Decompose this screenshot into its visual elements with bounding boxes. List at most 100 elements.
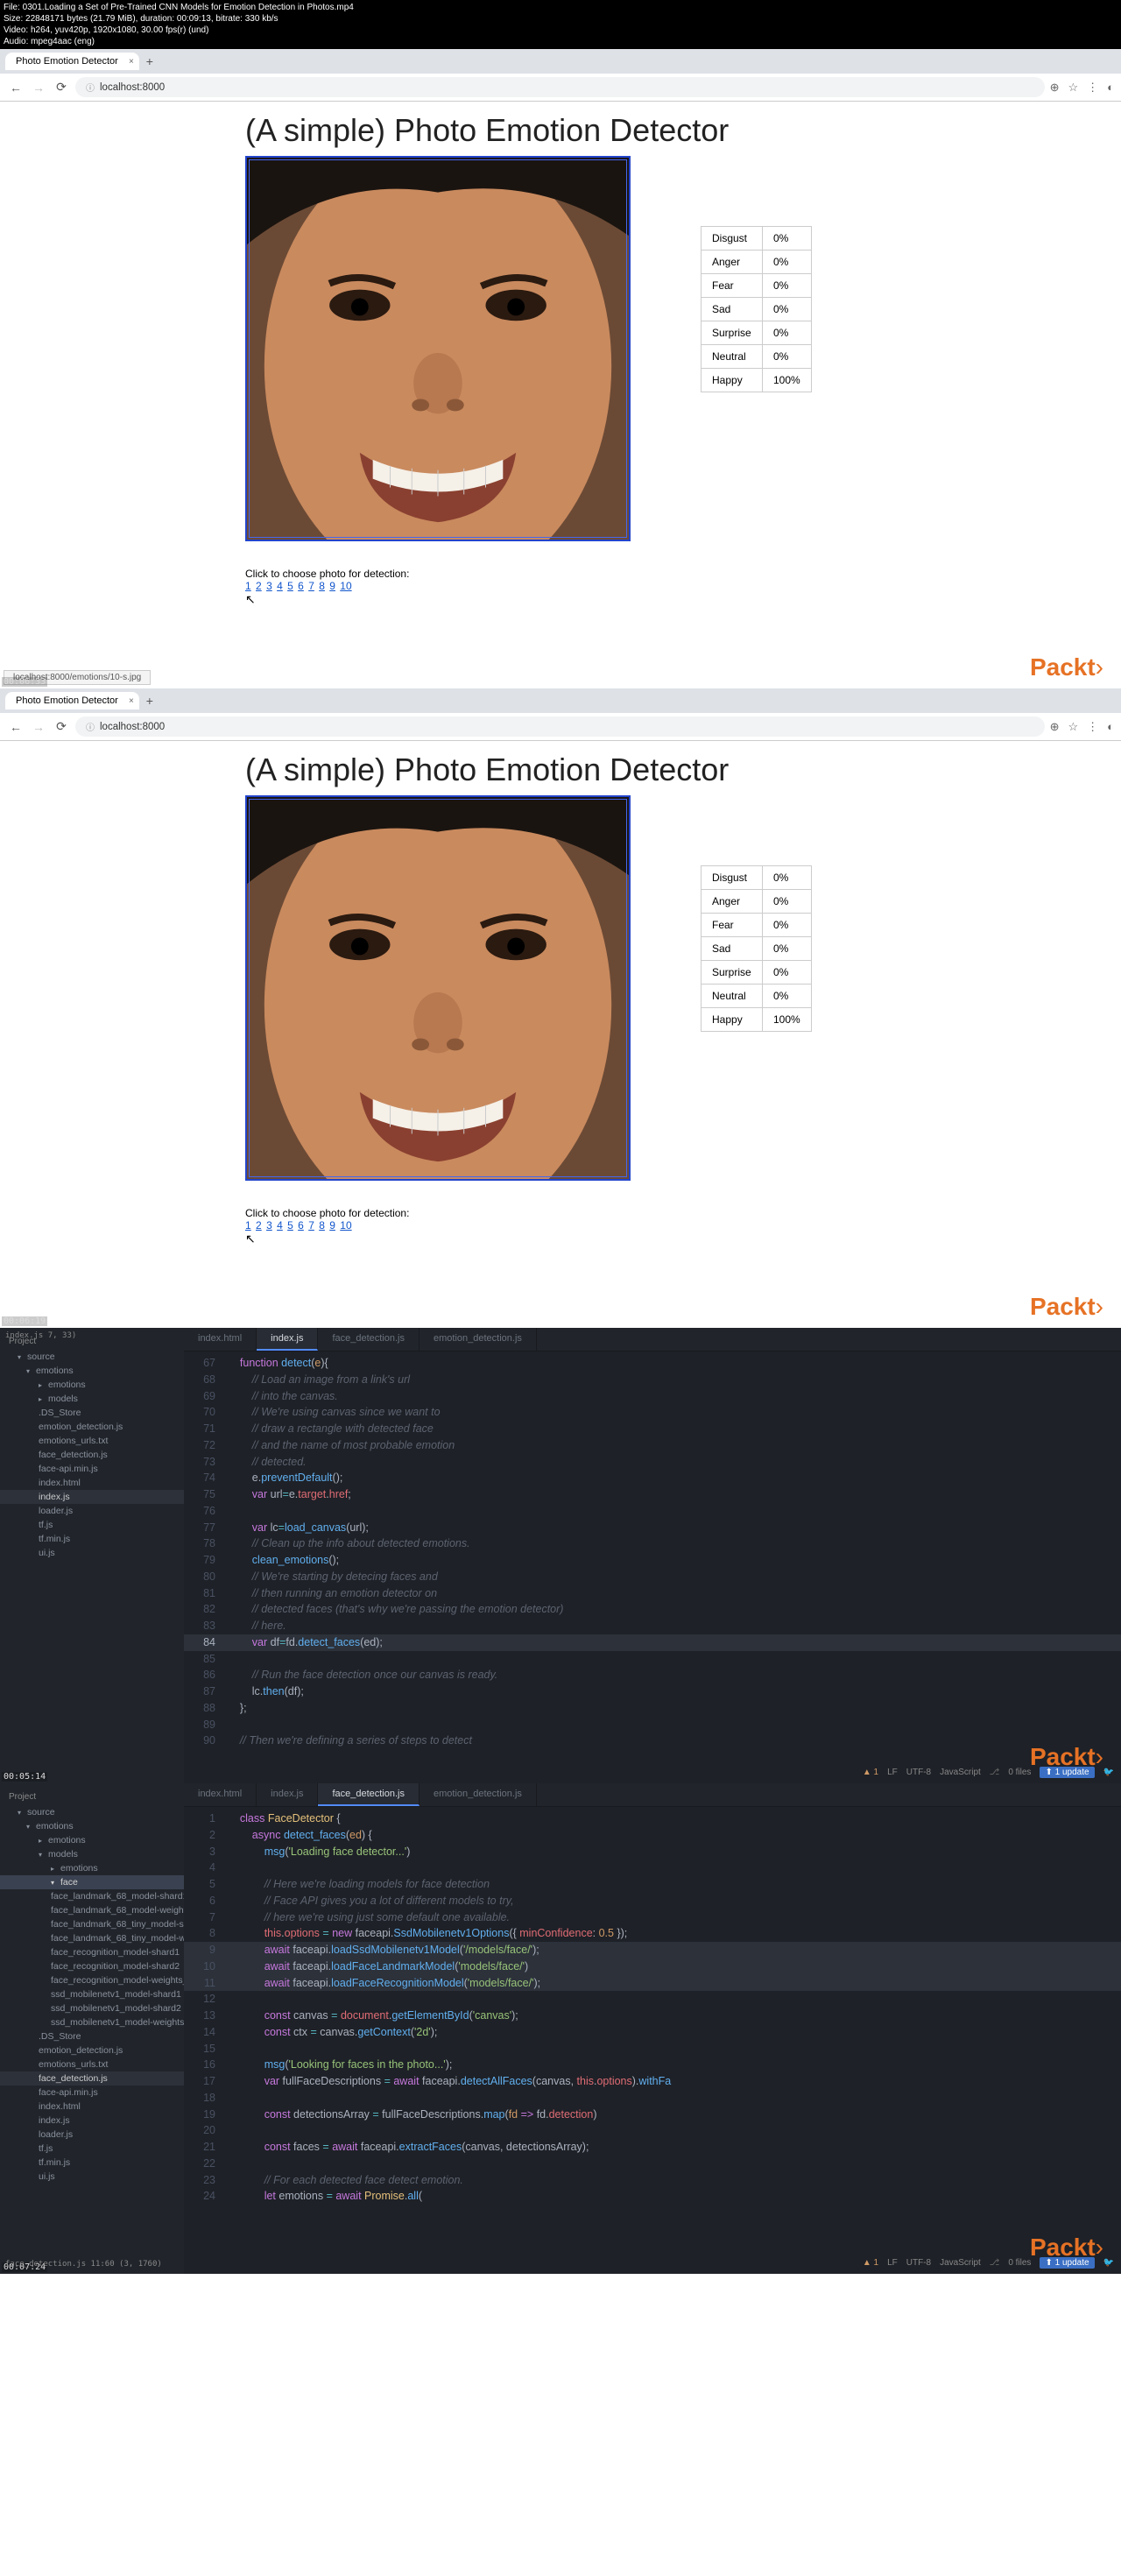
twitter-icon[interactable]: 🐦 bbox=[1103, 1768, 1114, 1777]
photo-link[interactable]: 1 bbox=[245, 1219, 251, 1232]
photo-link[interactable]: 6 bbox=[298, 1219, 304, 1232]
twitter-icon[interactable]: 🐦 bbox=[1103, 2258, 1114, 2268]
emotion-name: Anger bbox=[702, 251, 763, 274]
photo-link[interactable]: 7 bbox=[308, 1219, 314, 1232]
tree-file[interactable]: index.html bbox=[0, 1476, 184, 1490]
tree-file[interactable]: ui.js bbox=[0, 2170, 184, 2184]
tree-file[interactable]: loader.js bbox=[0, 2128, 184, 2142]
star-icon[interactable]: ☆ bbox=[1068, 81, 1078, 95]
photo-link[interactable]: 5 bbox=[287, 580, 293, 592]
editor-tab[interactable]: face_detection.js bbox=[318, 1328, 419, 1351]
tree-file[interactable]: loader.js bbox=[0, 1504, 184, 1518]
photo-link[interactable]: 3 bbox=[266, 580, 272, 592]
editor-tab[interactable]: index.js bbox=[257, 1328, 318, 1351]
editor-tab[interactable]: face_detection.js bbox=[318, 1783, 419, 1806]
photo-link[interactable]: 1 bbox=[245, 580, 251, 592]
new-tab-button[interactable]: + bbox=[139, 694, 160, 708]
tree-file[interactable]: face_detection.js bbox=[0, 1448, 184, 1462]
tree-file[interactable]: emotion_detection.js bbox=[0, 1420, 184, 1434]
tree-file[interactable]: emotions_urls.txt bbox=[0, 2057, 184, 2071]
emotion-row: Happy100% bbox=[702, 369, 812, 392]
tree-file[interactable]: ssd_mobilenetv1_model-shard1 bbox=[0, 1987, 184, 2001]
star-icon[interactable]: ☆ bbox=[1068, 720, 1078, 734]
tree-file[interactable]: .DS_Store bbox=[0, 2029, 184, 2043]
tree-folder[interactable]: emotions bbox=[0, 1861, 184, 1875]
tree-file[interactable]: tf.min.js bbox=[0, 1532, 184, 1546]
tree-file[interactable]: face-api.min.js bbox=[0, 2086, 184, 2100]
photo-link[interactable]: 3 bbox=[266, 1219, 272, 1232]
tree-file[interactable]: index.html bbox=[0, 2100, 184, 2114]
photo-link[interactable]: 8 bbox=[319, 580, 325, 592]
address-bar[interactable]: ⓘ localhost:8000 bbox=[75, 716, 1045, 737]
photo-link[interactable]: 5 bbox=[287, 1219, 293, 1232]
tree-file[interactable]: index.js bbox=[0, 2114, 184, 2128]
editor-tab[interactable]: emotion_detection.js bbox=[419, 1783, 537, 1806]
tree-folder[interactable]: emotions bbox=[0, 1833, 184, 1847]
reload-button[interactable]: ⟳ bbox=[53, 80, 70, 95]
photo-link[interactable]: 9 bbox=[329, 580, 335, 592]
tree-folder[interactable]: models bbox=[0, 1847, 184, 1861]
browser-tab-bar: Photo Emotion Detector × + bbox=[0, 49, 1121, 74]
code-area[interactable]: 1 class FaceDetector { 2 async detect_fa… bbox=[184, 1807, 1121, 2208]
tree-file[interactable]: face-api.min.js bbox=[0, 1462, 184, 1476]
search-icon[interactable]: ⊕ bbox=[1050, 720, 1060, 734]
tree-file[interactable]: tf.js bbox=[0, 2142, 184, 2156]
menu-icon[interactable]: ⋮ bbox=[1087, 81, 1098, 95]
tree-file[interactable]: ui.js bbox=[0, 1546, 184, 1560]
tree-file[interactable]: emotion_detection.js bbox=[0, 2043, 184, 2057]
tree-file[interactable]: face_detection.js bbox=[0, 2071, 184, 2086]
tree-folder[interactable]: models bbox=[0, 1392, 184, 1406]
photo-link[interactable]: 8 bbox=[319, 1219, 325, 1232]
photo-link[interactable]: 2 bbox=[256, 580, 262, 592]
tree-file[interactable]: emotions_urls.txt bbox=[0, 1434, 184, 1448]
tree-file[interactable]: face_recognition_model-shard2 bbox=[0, 1959, 184, 1973]
editor-tab[interactable]: emotion_detection.js bbox=[419, 1328, 537, 1351]
tree-file[interactable]: ssd_mobilenetv1_model-shard2 bbox=[0, 2001, 184, 2015]
close-icon[interactable]: × bbox=[129, 696, 134, 706]
tree-folder[interactable]: source bbox=[0, 1805, 184, 1819]
tree-file[interactable]: index.js bbox=[0, 1490, 184, 1504]
tree-folder[interactable]: emotions bbox=[0, 1378, 184, 1392]
tree-folder[interactable]: emotions bbox=[0, 1364, 184, 1378]
tree-file[interactable]: face_landmark_68_model-weights_m bbox=[0, 1903, 184, 1917]
editor-tab[interactable]: index.js bbox=[257, 1783, 318, 1806]
photo-link[interactable]: 7 bbox=[308, 580, 314, 592]
tree-folder[interactable]: face bbox=[0, 1875, 184, 1889]
tree-file[interactable]: face_recognition_model-weights_ma bbox=[0, 1973, 184, 1987]
photo-link[interactable]: 4 bbox=[277, 580, 283, 592]
tree-file[interactable]: .DS_Store bbox=[0, 1406, 184, 1420]
tree-folder[interactable]: source bbox=[0, 1350, 184, 1364]
tree-file[interactable]: ssd_mobilenetv1_model-weights_ma bbox=[0, 2015, 184, 2029]
profile-icon[interactable]: ◐ bbox=[1107, 720, 1114, 733]
photo-link[interactable]: 2 bbox=[256, 1219, 262, 1232]
back-button[interactable]: ← bbox=[7, 720, 25, 734]
photo-link[interactable]: 9 bbox=[329, 1219, 335, 1232]
profile-icon[interactable]: ◐ bbox=[1107, 81, 1114, 94]
browser-tab[interactable]: Photo Emotion Detector × bbox=[5, 53, 139, 70]
tree-file[interactable]: face_landmark_68_tiny_model-shard bbox=[0, 1917, 184, 1931]
tree-file[interactable]: tf.js bbox=[0, 1518, 184, 1532]
tree-file[interactable]: face_landmark_68_model-shard1 bbox=[0, 1889, 184, 1903]
new-tab-button[interactable]: + bbox=[139, 54, 160, 68]
code-area[interactable]: 67 function detect(e){ 68 // Load an ima… bbox=[184, 1352, 1121, 1753]
menu-icon[interactable]: ⋮ bbox=[1087, 720, 1098, 734]
browser-tab[interactable]: Photo Emotion Detector × bbox=[5, 692, 139, 709]
address-bar[interactable]: ⓘ localhost:8000 bbox=[75, 77, 1045, 97]
tree-file[interactable]: face_recognition_model-shard1 bbox=[0, 1945, 184, 1959]
search-icon[interactable]: ⊕ bbox=[1050, 81, 1060, 95]
forward-button[interactable]: → bbox=[30, 720, 47, 734]
back-button[interactable]: ← bbox=[7, 81, 25, 95]
close-icon[interactable]: × bbox=[129, 57, 134, 67]
emotion-row: Surprise0% bbox=[702, 961, 812, 985]
photo-link[interactable]: 4 bbox=[277, 1219, 283, 1232]
photo-link[interactable]: 6 bbox=[298, 580, 304, 592]
tree-folder[interactable]: emotions bbox=[0, 1819, 184, 1833]
editor-tab[interactable]: index.html bbox=[184, 1328, 257, 1351]
editor-tab[interactable]: index.html bbox=[184, 1783, 257, 1806]
tree-file[interactable]: face_landmark_68_tiny_model-weigh bbox=[0, 1931, 184, 1945]
forward-button[interactable]: → bbox=[30, 81, 47, 95]
photo-link[interactable]: 10 bbox=[340, 1219, 351, 1232]
reload-button[interactable]: ⟳ bbox=[53, 719, 70, 734]
tree-file[interactable]: tf.min.js bbox=[0, 2156, 184, 2170]
photo-link[interactable]: 10 bbox=[340, 580, 351, 592]
